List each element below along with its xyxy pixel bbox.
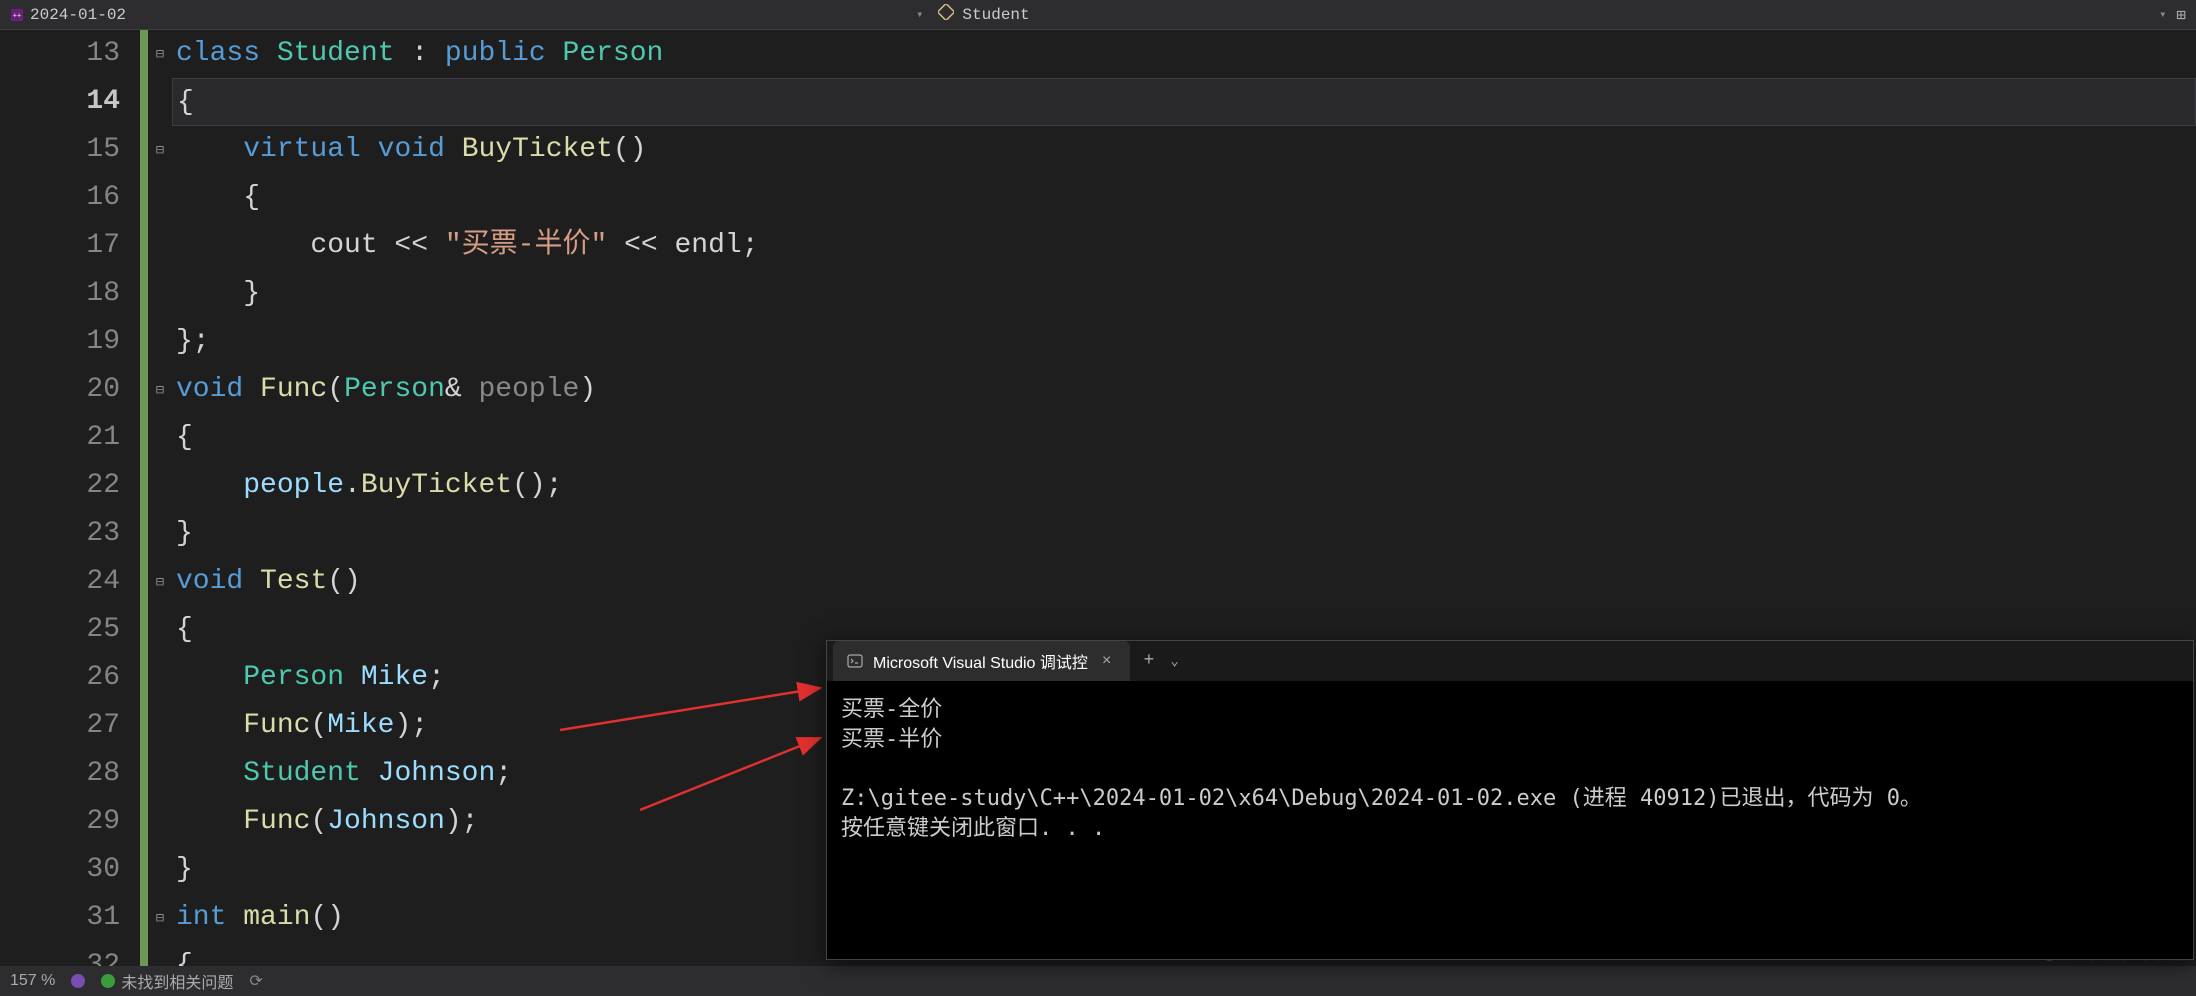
crumb-symbol: Student xyxy=(962,6,1029,24)
cpp-file-icon: ++ xyxy=(10,8,24,22)
terminal-window: Microsoft Visual Studio 调试控 × + ⌄ 买票-全价买… xyxy=(826,640,2194,960)
code-line[interactable]: } xyxy=(172,510,2196,558)
terminal-titlebar[interactable]: Microsoft Visual Studio 调试控 × + ⌄ xyxy=(827,641,2193,681)
line-number: 19 xyxy=(0,318,120,366)
tab-strip: ++ 2024-01-02 ▾ Student ▾ ⊞ xyxy=(0,0,2196,29)
crumb-end-dropdown-icon[interactable]: ▾ xyxy=(2159,7,2166,22)
fold-toggle[interactable]: ⊟ xyxy=(148,558,172,606)
zoom-level[interactable]: 157 % xyxy=(10,972,55,990)
fold-toggle xyxy=(148,318,172,366)
top-bar: ++ 2024-01-02 ▾ Student ▾ ⊞ xyxy=(0,0,2196,30)
split-icon[interactable]: ⊞ xyxy=(2166,5,2196,25)
code-line[interactable]: void Func(Person& people) xyxy=(172,366,2196,414)
terminal-output[interactable]: 买票-全价买票-半价 Z:\gitee-study\C++\2024-01-02… xyxy=(827,681,2193,857)
status-indicator-2[interactable]: ⟳ xyxy=(249,971,262,991)
close-icon[interactable]: × xyxy=(1098,652,1116,670)
file-tab[interactable]: ++ 2024-01-02 xyxy=(0,0,136,29)
line-number: 27 xyxy=(0,702,120,750)
fold-toggle xyxy=(148,606,172,654)
line-number: 16 xyxy=(0,174,120,222)
status-indicator-1[interactable] xyxy=(71,974,85,988)
line-number: 26 xyxy=(0,654,120,702)
fold-toggle xyxy=(148,654,172,702)
fold-toggle xyxy=(148,750,172,798)
line-number: 22 xyxy=(0,462,120,510)
crumb-dropdown-icon[interactable]: ▾ xyxy=(916,7,923,22)
line-number: 31 xyxy=(0,894,120,942)
line-number: 28 xyxy=(0,750,120,798)
fold-toggle xyxy=(148,798,172,846)
line-number: 18 xyxy=(0,270,120,318)
code-line[interactable]: { xyxy=(172,174,2196,222)
code-line[interactable]: }; xyxy=(172,318,2196,366)
code-line[interactable]: class Student : public Person xyxy=(172,30,2196,78)
line-number: 14 xyxy=(0,78,120,126)
change-margin xyxy=(140,30,148,966)
line-number: 24 xyxy=(0,558,120,606)
symbol-icon xyxy=(938,4,954,25)
code-line[interactable]: } xyxy=(172,270,2196,318)
terminal-actions: + ⌄ xyxy=(1130,651,1193,671)
line-number: 13 xyxy=(0,30,120,78)
fold-toggle xyxy=(148,414,172,462)
fold-toggle xyxy=(148,270,172,318)
chevron-down-icon[interactable]: ⌄ xyxy=(1170,653,1178,670)
line-number: 15 xyxy=(0,126,120,174)
terminal-icon xyxy=(847,653,863,669)
code-line[interactable]: people.BuyTicket(); xyxy=(172,462,2196,510)
terminal-line xyxy=(841,754,2179,784)
terminal-line: Z:\gitee-study\C++\2024-01-02\x64\Debug\… xyxy=(841,784,2179,814)
new-tab-icon[interactable]: + xyxy=(1144,651,1155,671)
fold-toggle xyxy=(148,702,172,750)
code-line[interactable]: { xyxy=(172,78,2196,126)
fold-toggle xyxy=(148,510,172,558)
issues-status[interactable]: 未找到相关问题 xyxy=(101,969,233,993)
fold-toggle[interactable]: ⊟ xyxy=(148,366,172,414)
fold-toggle xyxy=(148,222,172,270)
code-line[interactable]: virtual void BuyTicket() xyxy=(172,126,2196,174)
fold-toggle[interactable]: ⊟ xyxy=(148,30,172,78)
line-number: 23 xyxy=(0,510,120,558)
line-number: 20 xyxy=(0,366,120,414)
terminal-tab[interactable]: Microsoft Visual Studio 调试控 × xyxy=(833,641,1130,681)
status-bar: 157 % 未找到相关问题 ⟳ xyxy=(0,966,2196,996)
code-line[interactable]: { xyxy=(172,414,2196,462)
fold-toggle[interactable]: ⊟ xyxy=(148,126,172,174)
code-line[interactable]: cout << "买票-半价" << endl; xyxy=(172,222,2196,270)
svg-text:++: ++ xyxy=(13,12,21,20)
terminal-line: 按任意键关闭此窗口. . . xyxy=(841,814,2179,844)
code-line[interactable]: void Test() xyxy=(172,558,2196,606)
fold-column: ⊟ ⊟ ⊟ ⊟ ⊟ xyxy=(148,30,172,966)
nav-crumb[interactable]: Student xyxy=(923,4,1044,25)
terminal-line: 买票-全价 xyxy=(841,695,2179,725)
line-number: 25 xyxy=(0,606,120,654)
line-number-gutter: 1314151617181920212223242526272829303132 xyxy=(0,30,140,966)
line-number: 29 xyxy=(0,798,120,846)
fold-toggle xyxy=(148,846,172,894)
fold-toggle xyxy=(148,174,172,222)
fold-toggle xyxy=(148,462,172,510)
file-tab-label: 2024-01-02 xyxy=(30,6,126,24)
line-number: 30 xyxy=(0,846,120,894)
fold-toggle xyxy=(148,78,172,126)
line-number: 17 xyxy=(0,222,120,270)
terminal-line: 买票-半价 xyxy=(841,725,2179,755)
terminal-tab-title: Microsoft Visual Studio 调试控 xyxy=(873,649,1088,673)
line-number: 21 xyxy=(0,414,120,462)
fold-toggle[interactable]: ⊟ xyxy=(148,894,172,942)
